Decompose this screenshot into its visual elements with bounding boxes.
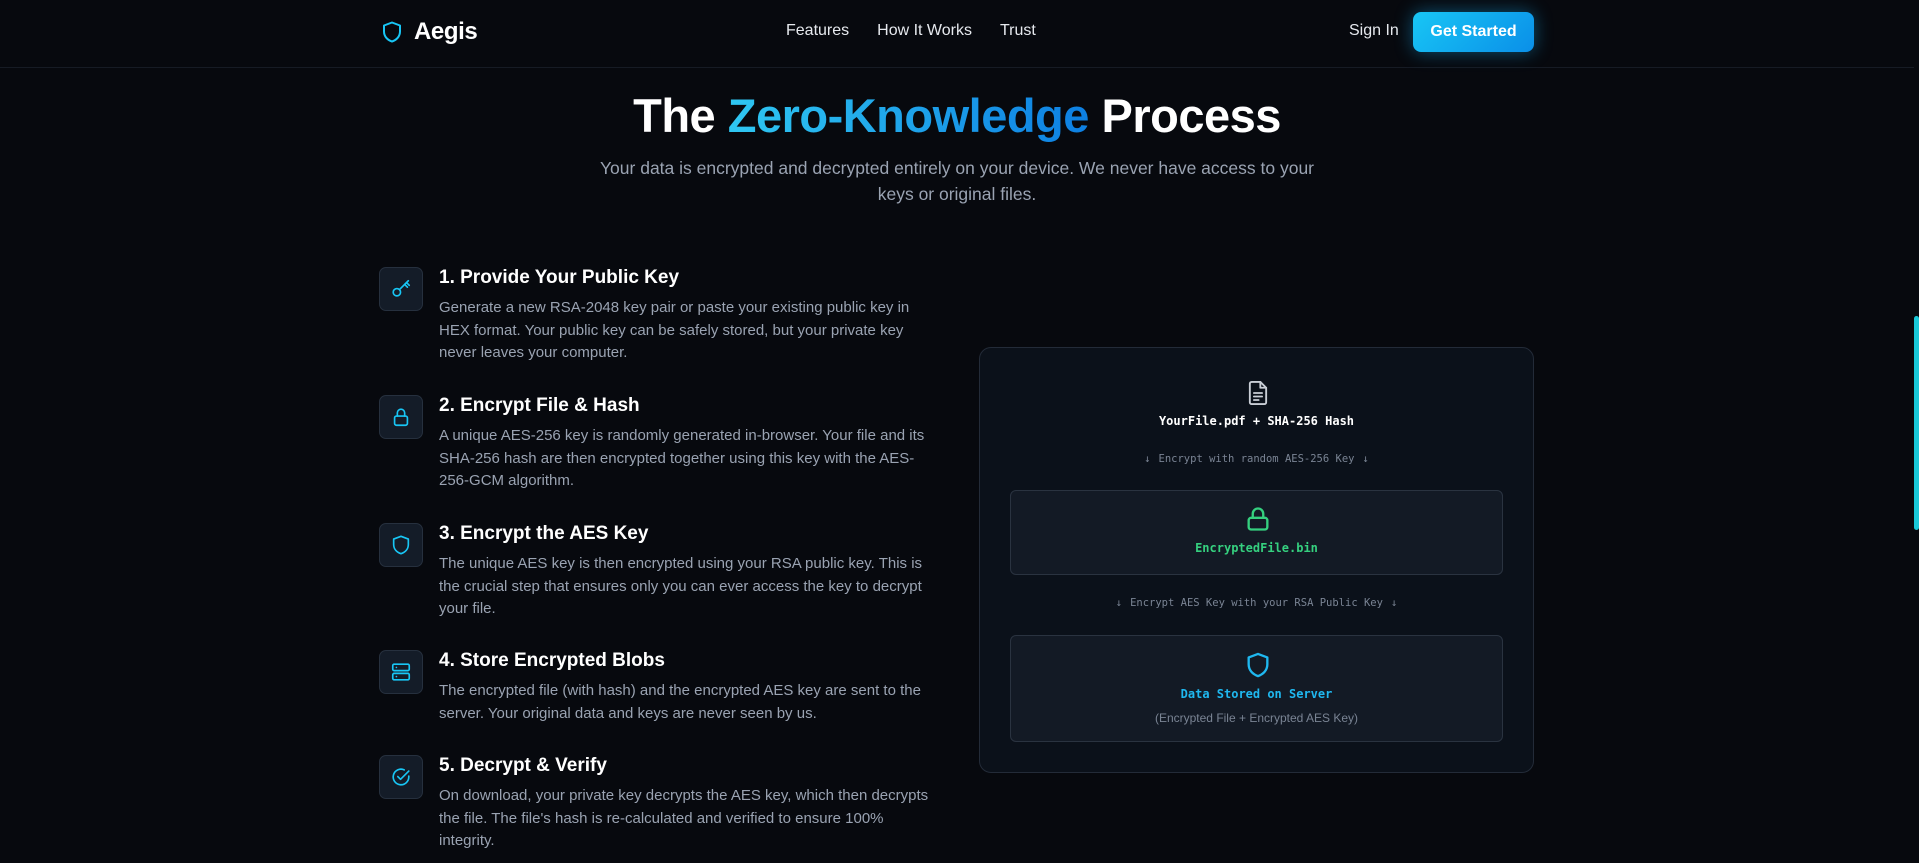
step-title: 4. Store Encrypted Blobs	[439, 650, 665, 671]
check-circle-icon	[392, 768, 410, 786]
shield-icon	[392, 535, 410, 555]
source-file-label: YourFile.pdf + SHA-256 Hash	[1158, 414, 1355, 428]
key-icon	[392, 279, 411, 297]
step-icon-box	[379, 755, 423, 799]
step-icon-box	[379, 650, 423, 694]
server-storage-label: Data Stored on Server	[1180, 687, 1333, 701]
main-nav: Features How It Works Trust	[786, 22, 1036, 40]
brand-logo[interactable]: Aegis	[380, 18, 478, 46]
title-prefix: The	[633, 89, 728, 142]
arrow-step-rsa: ↓ Encrypt AES Key with your RSA Public K…	[980, 597, 1533, 609]
encrypted-file-box: EncryptedFile.bin	[1010, 490, 1503, 575]
title-highlight: Zero-Knowledge	[727, 89, 1090, 142]
page-scrollbar-thumb[interactable]	[1914, 316, 1919, 530]
step-title: 1. Provide Your Public Key	[439, 267, 680, 288]
step-icon-box	[379, 395, 423, 439]
title-suffix: Process	[1088, 89, 1281, 142]
shield-icon	[1247, 652, 1269, 678]
nav-trust[interactable]: Trust	[1000, 22, 1036, 40]
top-nav-bar: Aegis Features How It Works Trust Sign I…	[0, 0, 1914, 68]
nav-features[interactable]: Features	[786, 22, 849, 40]
shield-icon	[383, 21, 401, 43]
step-icon-box	[379, 267, 423, 311]
step-title: 3. Encrypt the AES Key	[439, 523, 649, 544]
page-title: The Zero-Knowledge Process	[0, 88, 1914, 143]
arrow-down-icon: ↓	[1362, 453, 1369, 465]
page-subtitle: Your data is encrypted and decrypted ent…	[599, 158, 1315, 204]
sign-in-link[interactable]: Sign In	[1349, 22, 1399, 40]
step-title: 5. Decrypt & Verify	[439, 755, 607, 776]
process-diagram: YourFile.pdf + SHA-256 Hash ↓ Encrypt wi…	[979, 347, 1534, 773]
lock-icon	[1247, 507, 1269, 531]
lock-icon	[393, 408, 409, 427]
arrow-step-aes: ↓ Encrypt with random AES-256 Key ↓	[980, 453, 1533, 465]
arrow-down-icon: ↓	[1390, 597, 1398, 609]
arrow-down-icon: ↓	[1144, 453, 1151, 465]
step-description: A unique AES-256 key is randomly generat…	[439, 427, 925, 489]
get-started-button[interactable]: Get Started	[1413, 12, 1534, 52]
step-description: Generate a new RSA-2048 key pair or past…	[439, 299, 910, 361]
arrow-label: Encrypt AES Key with your RSA Public Key	[1130, 597, 1383, 609]
step-title: 2. Encrypt File & Hash	[439, 395, 640, 416]
nav-how-it-works[interactable]: How It Works	[877, 22, 972, 40]
step-description: On download, your private key decrypts t…	[439, 787, 929, 849]
file-icon	[1248, 380, 1268, 406]
arrow-label: Encrypt with random AES-256 Key	[1158, 453, 1355, 465]
server-icon	[391, 663, 411, 681]
brand-name: Aegis	[414, 18, 478, 45]
server-storage-box: Data Stored on Server (Encrypted File + …	[1010, 635, 1503, 742]
step-description: The encrypted file (with hash) and the e…	[439, 682, 921, 722]
step-description: The unique AES key is then encrypted usi…	[439, 555, 923, 617]
server-storage-note: (Encrypted File + Encrypted AES Key)	[1154, 711, 1359, 725]
arrow-down-icon: ↓	[1115, 597, 1123, 609]
encrypted-file-label: EncryptedFile.bin	[1195, 541, 1318, 555]
step-icon-box	[379, 523, 423, 567]
